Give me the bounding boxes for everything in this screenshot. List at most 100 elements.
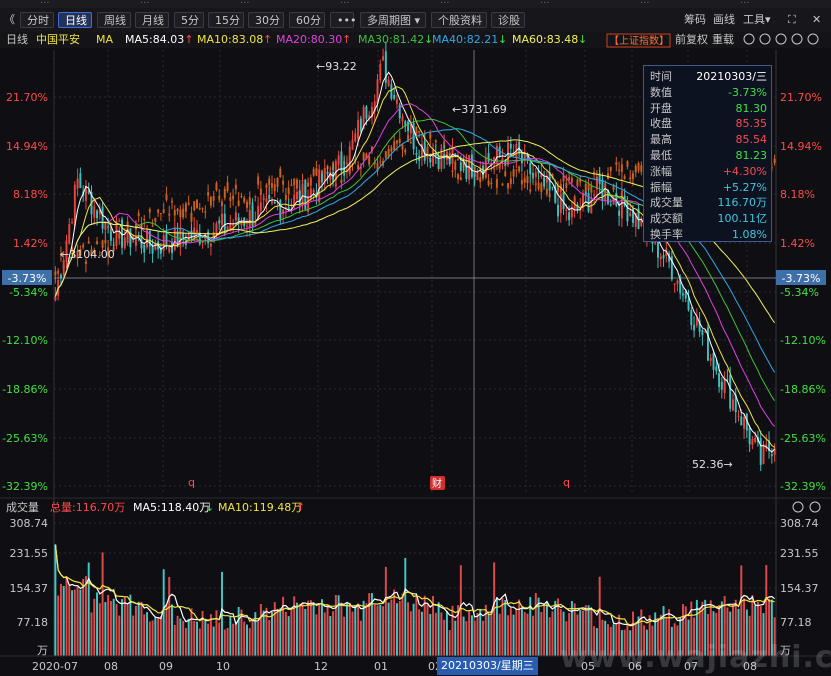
volume-bar — [104, 602, 107, 656]
btn-30min[interactable]: 30分 — [248, 12, 284, 28]
info-row: 最低 81.23 — [644, 148, 771, 164]
stock-candle-body — [770, 454, 773, 457]
stock-candle-body — [68, 224, 71, 244]
stock-candle-body — [109, 231, 112, 241]
volume-bar — [401, 593, 404, 656]
info-value: 85.54 — [735, 133, 768, 147]
index-candle-body — [101, 240, 104, 248]
index-candle-body — [162, 209, 165, 213]
legend-arrow-icon: ↑ — [263, 33, 272, 46]
top-menu-item[interactable]: ... — [440, 0, 450, 6]
volume-bar — [109, 600, 112, 656]
legend-ma-value: MA30:81.42 — [358, 33, 424, 46]
info-label: 时间 — [650, 70, 672, 83]
volume-bar — [171, 604, 173, 656]
index-candle-body — [615, 162, 618, 165]
btn-diagnose[interactable]: 诊股 — [491, 12, 525, 28]
stock-candle-body — [587, 193, 590, 212]
btn-daily[interactable]: 日线 — [58, 12, 92, 28]
volume-bar — [182, 620, 185, 656]
index-candle-body — [204, 211, 207, 213]
index-candle-body — [271, 183, 273, 188]
fullscreen-icon[interactable]: ⛶ — [788, 12, 796, 28]
stock-candle-body — [659, 256, 662, 260]
legend-ma-value: MA40:82.21 — [432, 33, 498, 46]
volume-bar — [107, 594, 110, 656]
stock-candle-body — [340, 151, 343, 172]
x-tick-label: 08 — [104, 660, 118, 673]
volume-bar — [68, 586, 71, 656]
top-menu-item[interactable]: ... — [340, 0, 350, 6]
stock-candle-body — [509, 143, 512, 149]
index-candle-body — [171, 200, 173, 203]
y-tick-label-right: 21.70% — [780, 91, 822, 104]
index-candle-body — [618, 169, 621, 171]
stock-candle-body — [395, 99, 398, 104]
stock-candle-body — [337, 155, 340, 164]
stock-candle-body — [401, 116, 404, 122]
index-candle-body — [545, 188, 548, 195]
volume-bar — [548, 617, 551, 656]
stock-candle-body — [429, 157, 432, 163]
btn-chip[interactable]: 筹码 — [684, 12, 706, 28]
multi-period-dropdown[interactable]: 多周期图 ▾ — [360, 12, 426, 28]
top-menu-item[interactable]: ... — [140, 0, 150, 6]
collapse-icon[interactable]: 《 — [4, 12, 15, 28]
volume-bar — [296, 602, 298, 656]
stock-candle-body — [218, 220, 221, 224]
y-tick-label-left: -5.34% — [9, 286, 48, 299]
y-tick-label-right: -32.39% — [780, 480, 826, 493]
top-menu-item[interactable]: ... — [740, 0, 750, 6]
volume-bar — [476, 613, 479, 656]
volume-bar — [276, 608, 279, 656]
index-candle-body — [193, 201, 196, 211]
btn-5min[interactable]: 5分 — [174, 12, 204, 28]
stock-candle-body — [226, 226, 229, 230]
index-candle-body — [159, 213, 162, 215]
top-menu-item[interactable]: ... — [40, 0, 50, 6]
y-tick-label-left: 21.70% — [6, 91, 48, 104]
index-candle-body — [640, 165, 643, 172]
stock-candle-body — [354, 133, 357, 142]
index-switch-label: 【上证指数】 — [609, 34, 669, 47]
btn-60min[interactable]: 60分 — [289, 12, 325, 28]
close-icon[interactable]: ✕ — [812, 12, 821, 28]
stock-candle-body — [232, 224, 235, 226]
volume-bar — [196, 621, 198, 656]
stock-candle-body — [457, 159, 460, 161]
btn-weekly[interactable]: 周线 — [97, 12, 131, 28]
index-candle-body — [570, 177, 573, 183]
index-candle-body — [773, 158, 776, 164]
btn-timeshare[interactable]: 分时 — [20, 12, 54, 28]
top-menu-item[interactable]: ... — [540, 0, 550, 6]
volume-bar — [159, 615, 162, 656]
volume-bar — [323, 612, 326, 656]
index-candle-body — [218, 195, 221, 200]
tools-dropdown[interactable]: 工具▾ — [743, 12, 771, 28]
more-icon[interactable]: ••• — [330, 12, 356, 28]
stock-candle-body — [301, 183, 304, 206]
volume-bar — [59, 583, 62, 656]
legend-ma-value: MA20:80.30 — [276, 33, 342, 46]
index-candle-body — [287, 187, 290, 194]
volume-bar — [143, 614, 146, 656]
stock-candle-body — [121, 219, 124, 247]
top-menu-item[interactable]: ... — [640, 0, 650, 6]
volume-bar — [204, 618, 207, 656]
btn-stock-info[interactable]: 个股资料 — [431, 12, 487, 28]
info-label: 换手率 — [650, 228, 683, 241]
btn-15min[interactable]: 15分 — [208, 12, 244, 28]
index-candle-body — [523, 177, 526, 183]
btn-draw-line[interactable]: 画线 — [713, 12, 735, 28]
stock-candle-body — [257, 206, 260, 218]
top-menu-item[interactable]: ... — [240, 0, 250, 6]
info-row: 成交量 116.70万 — [644, 195, 771, 211]
btn-monthly[interactable]: 月线 — [135, 12, 169, 28]
volume-bar — [215, 610, 218, 656]
volume-bar — [384, 566, 387, 656]
volume-bar — [307, 600, 310, 656]
index-candle-body — [96, 241, 99, 245]
stock-candle-body — [618, 210, 621, 216]
info-row: 收盘 85.35 — [644, 116, 771, 132]
volume-bar — [62, 585, 65, 656]
